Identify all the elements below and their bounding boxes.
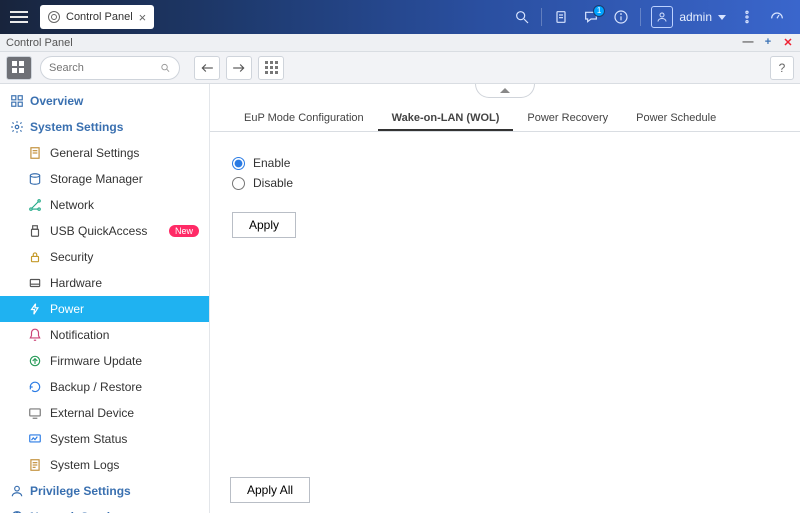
- user-menu[interactable]: admin: [645, 6, 732, 28]
- notification-badge: 1: [593, 5, 605, 17]
- search-input-container: [40, 56, 180, 80]
- tab-recovery[interactable]: Power Recovery: [513, 106, 622, 131]
- maximize-button[interactable]: +: [762, 36, 774, 49]
- sidebar-group-network-services[interactable]: Network Services: [0, 504, 209, 513]
- search-input[interactable]: [49, 62, 160, 74]
- radio-enable[interactable]: Enable: [232, 156, 778, 170]
- app-grid-button[interactable]: [258, 56, 284, 80]
- clipboard-icon[interactable]: [546, 9, 576, 25]
- sidebar-item-status[interactable]: System Status: [0, 426, 209, 452]
- apply-all-button[interactable]: Apply All: [230, 477, 310, 503]
- sidebar-item-power[interactable]: Power: [0, 296, 209, 322]
- sidebar-item-label: Network: [50, 198, 94, 212]
- body: Overview System Settings General Setting…: [0, 84, 800, 513]
- search-icon[interactable]: [507, 9, 537, 25]
- sidebar-item-label: USB QuickAccess: [50, 224, 147, 238]
- divider: [541, 8, 542, 26]
- toggle-sidebar-button[interactable]: [6, 56, 32, 80]
- window-title: Control Panel: [6, 37, 73, 49]
- info-icon[interactable]: [606, 9, 636, 25]
- tab-label: Power Schedule: [636, 112, 716, 124]
- user-icon: [651, 6, 673, 28]
- tab-eup[interactable]: EuP Mode Configuration: [230, 106, 378, 131]
- chevron-up-icon: [500, 88, 510, 93]
- new-badge: New: [169, 225, 199, 237]
- message-icon[interactable]: 1: [576, 9, 606, 25]
- radio-label: Disable: [253, 176, 293, 190]
- sidebar-label: Privilege Settings: [30, 484, 131, 498]
- sidebar-item-label: Security: [50, 250, 93, 264]
- sidebar-item-label: Backup / Restore: [50, 380, 142, 394]
- close-button[interactable]: ✕: [782, 36, 794, 49]
- search-icon: [160, 62, 171, 74]
- collapse-handle[interactable]: [475, 84, 535, 98]
- header-tab-label: Control Panel: [66, 11, 133, 23]
- sidebar-item-general[interactable]: General Settings: [0, 140, 209, 166]
- forward-button[interactable]: [226, 56, 252, 80]
- window-title-bar: Control Panel — + ✕: [0, 34, 800, 52]
- sidebar-item-external[interactable]: External Device: [0, 400, 209, 426]
- sidebar-label: System Settings: [30, 120, 123, 134]
- sidebar-item-firmware[interactable]: Firmware Update: [0, 348, 209, 374]
- tab-label: EuP Mode Configuration: [244, 112, 364, 124]
- gear-icon: [48, 11, 60, 23]
- tab-schedule[interactable]: Power Schedule: [622, 106, 730, 131]
- sidebar-item-network[interactable]: Network: [0, 192, 209, 218]
- toolbar: ?: [0, 52, 800, 84]
- sidebar-item-label: Storage Manager: [50, 172, 143, 186]
- sidebar-item-label: System Status: [50, 432, 127, 446]
- header-tab-control-panel[interactable]: Control Panel ×: [40, 5, 154, 29]
- radio-label: Enable: [253, 156, 290, 170]
- more-icon[interactable]: [732, 9, 762, 25]
- minimize-button[interactable]: —: [742, 36, 754, 49]
- radio-disable-input[interactable]: [232, 177, 245, 190]
- sidebar-item-hardware[interactable]: Hardware: [0, 270, 209, 296]
- footer: Apply All: [210, 467, 800, 513]
- sidebar-item-label: Firmware Update: [50, 354, 142, 368]
- radio-enable-input[interactable]: [232, 157, 245, 170]
- sidebar-item-label: Power: [50, 302, 84, 316]
- divider: [640, 8, 641, 26]
- dashboard-icon[interactable]: [762, 9, 792, 25]
- sidebar-group-privilege[interactable]: Privilege Settings: [0, 478, 209, 504]
- sidebar-item-logs[interactable]: System Logs: [0, 452, 209, 478]
- sidebar-item-usb[interactable]: USB QuickAccess New: [0, 218, 209, 244]
- tab-label: Wake-on-LAN (WOL): [392, 112, 500, 124]
- sidebar: Overview System Settings General Setting…: [0, 84, 210, 513]
- sidebar-item-label: External Device: [50, 406, 134, 420]
- radio-disable[interactable]: Disable: [232, 176, 778, 190]
- app-header: Control Panel × 1 admin: [0, 0, 800, 34]
- close-icon[interactable]: ×: [139, 10, 147, 25]
- user-name: admin: [679, 10, 712, 24]
- settings-panel: Enable Disable Apply: [210, 132, 800, 467]
- sidebar-group-overview[interactable]: Overview: [0, 88, 209, 114]
- sidebar-label: Overview: [30, 94, 83, 108]
- apply-button[interactable]: Apply: [232, 212, 296, 238]
- sidebar-item-label: Notification: [50, 328, 109, 342]
- help-button[interactable]: ?: [770, 56, 794, 80]
- back-button[interactable]: [194, 56, 220, 80]
- sidebar-item-label: Hardware: [50, 276, 102, 290]
- sidebar-item-storage[interactable]: Storage Manager: [0, 166, 209, 192]
- menu-icon[interactable]: [8, 6, 30, 28]
- sidebar-item-notification[interactable]: Notification: [0, 322, 209, 348]
- chevron-down-icon: [718, 15, 726, 20]
- sidebar-item-label: General Settings: [50, 146, 139, 160]
- sidebar-item-label: System Logs: [50, 458, 119, 472]
- content: EuP Mode Configuration Wake-on-LAN (WOL)…: [210, 84, 800, 513]
- tab-wol[interactable]: Wake-on-LAN (WOL): [378, 106, 514, 131]
- sidebar-group-system-settings[interactable]: System Settings: [0, 114, 209, 140]
- tab-label: Power Recovery: [527, 112, 608, 124]
- sidebar-item-security[interactable]: Security: [0, 244, 209, 270]
- collapse-handle-area: [210, 84, 800, 106]
- tab-row: EuP Mode Configuration Wake-on-LAN (WOL)…: [210, 106, 800, 132]
- sidebar-item-backup[interactable]: Backup / Restore: [0, 374, 209, 400]
